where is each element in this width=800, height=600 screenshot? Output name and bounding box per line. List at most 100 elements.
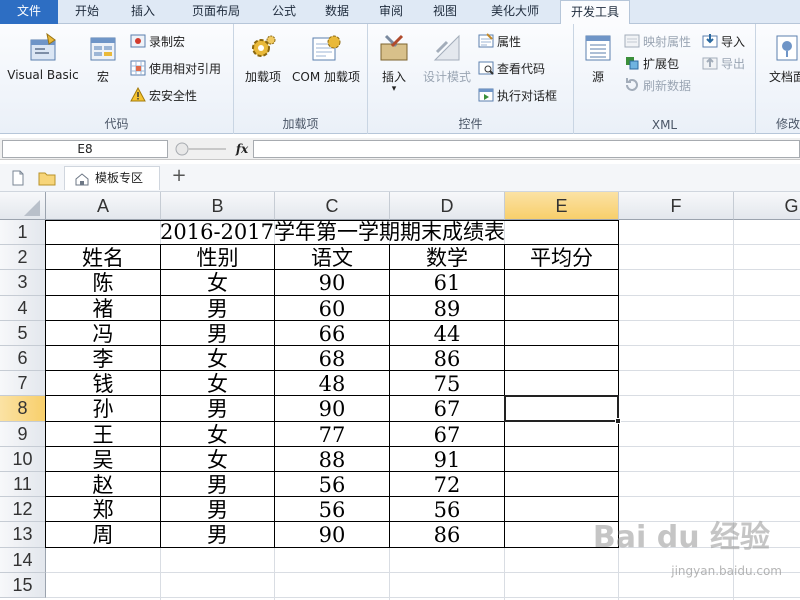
cell-math[interactable]: 75 [390, 371, 504, 395]
cell-average[interactable] [505, 371, 618, 395]
export-button[interactable]: 导出 [702, 54, 745, 74]
sheet-title-cell[interactable]: 2016-2017学年第一学期期末成绩表 [46, 220, 619, 245]
name-box[interactable]: E8 [2, 140, 168, 158]
use-relative-references-button[interactable]: 使用相对引用 [130, 59, 221, 79]
properties-button[interactable]: 属性 [478, 32, 521, 52]
cell-chinese[interactable]: 90 [275, 270, 389, 294]
cell-math[interactable]: 67 [390, 422, 504, 446]
xml-source-button[interactable]: 源 [580, 32, 616, 85]
tab-template-zone[interactable]: 模板专区 [64, 166, 160, 190]
column-header-c[interactable]: C [275, 192, 390, 220]
cell-average[interactable] [505, 346, 618, 370]
cell-name[interactable]: 褚 [46, 296, 160, 320]
cell-gender[interactable]: 男 [161, 296, 274, 320]
tab-insert[interactable]: 插入 [118, 0, 168, 24]
tab-developer[interactable]: 开发工具 [560, 0, 630, 25]
row-header-12[interactable]: 12 [0, 497, 46, 523]
cell-math[interactable]: 44 [390, 321, 504, 345]
cell-average[interactable] [505, 296, 618, 320]
cell-name[interactable]: 孙 [46, 396, 160, 420]
cell-gender[interactable]: 女 [161, 346, 274, 370]
active-cell-cursor[interactable] [504, 395, 619, 422]
tab-formulas[interactable]: 公式 [262, 0, 306, 24]
cell-gender[interactable]: 男 [161, 472, 274, 496]
cell-chinese[interactable]: 90 [275, 396, 389, 420]
macro-security-button[interactable]: 宏安全性 [130, 86, 197, 106]
column-header-b[interactable]: B [161, 192, 275, 220]
cell-gender[interactable]: 女 [161, 422, 274, 446]
header-cell-name[interactable]: 姓名 [46, 245, 160, 269]
cell-chinese[interactable]: 66 [275, 321, 389, 345]
cell-chinese[interactable]: 56 [275, 497, 389, 521]
view-code-button[interactable]: 查看代码 [478, 59, 545, 79]
cell-name[interactable]: 李 [46, 346, 160, 370]
add-tab-button[interactable]: + [168, 166, 190, 188]
cell-name[interactable]: 周 [46, 522, 160, 546]
row-header-7[interactable]: 7 [0, 371, 46, 397]
visual-basic-button[interactable]: Visual Basic [4, 32, 82, 82]
record-macro-button[interactable]: 录制宏 [130, 32, 185, 52]
cell-gender[interactable]: 男 [161, 522, 274, 546]
row-header-15[interactable]: 15 [0, 572, 46, 598]
cell-name[interactable]: 王 [46, 422, 160, 446]
cell-chinese[interactable]: 56 [275, 472, 389, 496]
insert-function-icon[interactable]: fx [232, 140, 252, 158]
cell-name[interactable]: 吴 [46, 447, 160, 471]
refresh-data-button[interactable]: 刷新数据 [624, 76, 691, 96]
row-header-10[interactable]: 10 [0, 446, 46, 472]
tab-file[interactable]: 文件 [0, 0, 58, 24]
cell-chinese[interactable]: 60 [275, 296, 389, 320]
cell-chinese[interactable]: 88 [275, 447, 389, 471]
column-header-f[interactable]: F [619, 192, 734, 220]
column-header-d[interactable]: D [390, 192, 505, 220]
cell-math[interactable]: 91 [390, 447, 504, 471]
tab-review[interactable]: 审阅 [368, 0, 414, 24]
row-header-8[interactable]: 8 [0, 396, 46, 422]
cell-name[interactable]: 冯 [46, 321, 160, 345]
cell-average[interactable] [505, 447, 618, 471]
cell-average[interactable] [505, 270, 618, 294]
cell-chinese[interactable]: 77 [275, 422, 389, 446]
folder-icon[interactable] [38, 170, 56, 186]
cell-math[interactable]: 67 [390, 396, 504, 420]
row-header-11[interactable]: 11 [0, 472, 46, 498]
insert-control-button[interactable]: 插入 ▾ [374, 32, 414, 94]
row-header-9[interactable]: 9 [0, 421, 46, 447]
new-document-icon[interactable] [10, 170, 26, 186]
row-header-1[interactable]: 1 [0, 220, 46, 246]
row-header-6[interactable]: 6 [0, 346, 46, 372]
tab-page-layout[interactable]: 页面布局 [178, 0, 254, 24]
document-panel-button[interactable]: 文档面 [762, 32, 800, 85]
row-header-13[interactable]: 13 [0, 522, 46, 548]
cell-average[interactable] [505, 472, 618, 496]
spreadsheet-grid[interactable]: ABCDEFG 1 2 3 4 5 6 7 8 9 10 11 12 13 14 15 2016-2017学… [0, 192, 800, 600]
cell-gender[interactable]: 男 [161, 396, 274, 420]
row-header-14[interactable]: 14 [0, 547, 46, 573]
cell-gender[interactable]: 男 [161, 321, 274, 345]
select-all-corner[interactable] [0, 192, 46, 220]
cell-math[interactable]: 86 [390, 346, 504, 370]
cell-math[interactable]: 72 [390, 472, 504, 496]
cell-gender[interactable]: 女 [161, 447, 274, 471]
row-header-5[interactable]: 5 [0, 320, 46, 346]
cell-chinese[interactable]: 48 [275, 371, 389, 395]
tab-beautify-master[interactable]: 美化大师 [478, 0, 552, 24]
formula-input[interactable] [253, 140, 800, 158]
cell-average[interactable] [505, 321, 618, 345]
cell-math[interactable]: 56 [390, 497, 504, 521]
cell-gender[interactable]: 男 [161, 497, 274, 521]
formula-bar-splitter[interactable] [172, 141, 228, 157]
addins-button[interactable]: 加载项 [240, 32, 286, 85]
run-dialog-button[interactable]: 执行对话框 [478, 86, 557, 106]
cell-average[interactable] [505, 422, 618, 446]
header-cell-chinese[interactable]: 语文 [275, 245, 389, 269]
row-header-3[interactable]: 3 [0, 270, 46, 296]
design-mode-button[interactable]: 设计模式 [418, 32, 476, 85]
cell-name[interactable]: 郑 [46, 497, 160, 521]
column-header-g[interactable]: G [734, 192, 800, 220]
fill-handle[interactable] [615, 417, 621, 424]
row-header-2[interactable]: 2 [0, 245, 46, 271]
import-button[interactable]: 导入 [702, 32, 745, 52]
header-cell-average[interactable]: 平均分 [505, 245, 618, 269]
cell-math[interactable]: 86 [390, 522, 504, 546]
